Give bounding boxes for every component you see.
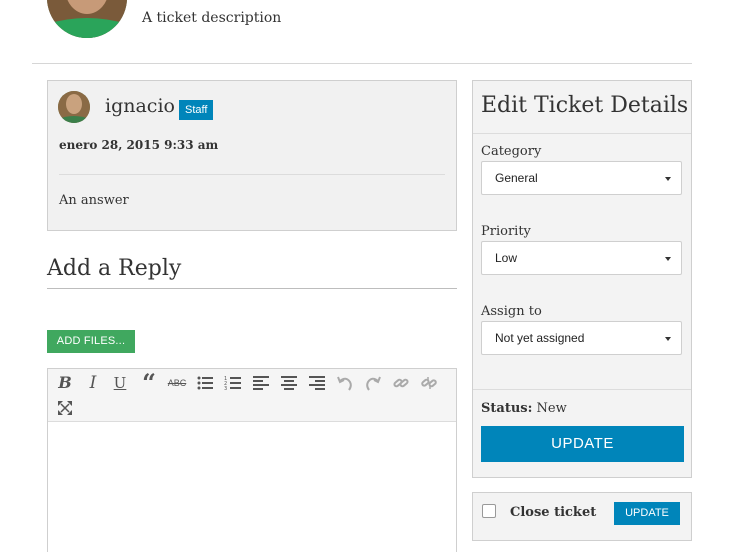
blockquote-icon[interactable]: “ bbox=[139, 369, 159, 397]
align-center-icon[interactable] bbox=[279, 373, 299, 393]
align-left-icon[interactable] bbox=[251, 373, 271, 393]
unlink-icon[interactable] bbox=[419, 373, 439, 393]
bold-icon[interactable]: B bbox=[55, 373, 75, 393]
priority-label: Priority bbox=[481, 224, 531, 239]
category-select[interactable]: General bbox=[481, 161, 682, 195]
fullscreen-icon[interactable] bbox=[55, 398, 75, 418]
reply-editor[interactable]: B I U “ ABC 123 bbox=[47, 368, 457, 552]
editor-toolbar: B I U “ ABC 123 bbox=[48, 369, 456, 422]
add-files-button[interactable]: ADD FILES... bbox=[47, 330, 135, 353]
reply-author-avatar bbox=[58, 91, 90, 123]
close-ticket-update-button[interactable]: UPDATE bbox=[614, 502, 680, 525]
italic-icon[interactable]: I bbox=[83, 373, 103, 393]
redo-icon[interactable] bbox=[363, 373, 383, 393]
reply-date: enero 28, 2015 9:33 am bbox=[59, 138, 219, 152]
reply-body: An answer bbox=[59, 193, 129, 208]
status-label: Status: bbox=[481, 401, 533, 416]
priority-select[interactable]: Low bbox=[481, 241, 682, 275]
assign-to-label: Assign to bbox=[481, 304, 542, 319]
reply-separator bbox=[59, 174, 445, 175]
edit-ticket-details-title: Edit Ticket Details bbox=[481, 93, 689, 118]
add-reply-divider bbox=[47, 288, 457, 289]
numbered-list-icon[interactable]: 123 bbox=[223, 373, 243, 393]
add-reply-title: Add a Reply bbox=[47, 256, 182, 281]
ticket-author-avatar bbox=[47, 0, 127, 38]
status-divider bbox=[473, 389, 691, 390]
chevron-down-icon bbox=[665, 337, 671, 341]
bullet-list-icon[interactable] bbox=[195, 373, 215, 393]
assign-to-select-value: Not yet assigned bbox=[495, 331, 585, 345]
assign-to-select[interactable]: Not yet assigned bbox=[481, 321, 682, 355]
reply-author-name: ignacio bbox=[105, 95, 175, 117]
close-ticket-panel: Close ticket UPDATE bbox=[472, 492, 692, 541]
reply-card: ignacio Staff enero 28, 2015 9:33 am An … bbox=[47, 80, 457, 231]
staff-badge: Staff bbox=[179, 100, 214, 120]
align-right-icon[interactable] bbox=[307, 373, 327, 393]
status-line: Status: New bbox=[481, 401, 567, 416]
close-ticket-checkbox[interactable] bbox=[482, 504, 496, 518]
close-ticket-label: Close ticket bbox=[510, 505, 597, 520]
svg-text:3: 3 bbox=[224, 386, 227, 392]
chevron-down-icon bbox=[665, 177, 671, 181]
priority-select-value: Low bbox=[495, 251, 518, 265]
edit-ticket-details-panel: Edit Ticket Details Category General Pri… bbox=[472, 80, 692, 478]
link-icon[interactable] bbox=[391, 373, 411, 393]
category-select-value: General bbox=[495, 171, 538, 185]
undo-icon[interactable] bbox=[335, 373, 355, 393]
ticket-description: A ticket description bbox=[142, 10, 282, 26]
underline-icon[interactable]: U bbox=[110, 373, 130, 393]
status-value: New bbox=[536, 401, 567, 416]
chevron-down-icon bbox=[665, 257, 671, 261]
top-divider bbox=[32, 63, 692, 64]
update-ticket-button[interactable]: UPDATE bbox=[481, 426, 684, 462]
panel-title-divider bbox=[473, 133, 691, 134]
strikethrough-icon[interactable]: ABC bbox=[167, 373, 187, 393]
category-label: Category bbox=[481, 144, 542, 159]
